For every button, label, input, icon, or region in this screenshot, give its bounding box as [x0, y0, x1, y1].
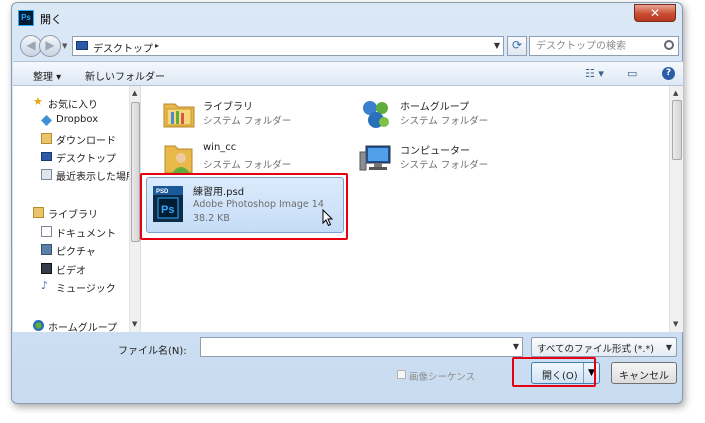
title-bar: Ps 開く ✕ — [12, 3, 682, 31]
library-folder-icon — [163, 103, 195, 128]
file-name: コンピューター — [400, 146, 470, 157]
scroll-up-icon[interactable]: ▲ — [673, 89, 678, 97]
file-type: システム フォルダー — [203, 116, 292, 127]
file-name: win_cc — [203, 142, 237, 153]
recent-pages-dropdown[interactable]: ▼ — [62, 42, 67, 50]
content-area: ★ お気に入り Dropbox ダウンロード デスクトップ 最近表示した場所 ラ… — [13, 86, 683, 332]
desktop-icon — [76, 41, 88, 50]
view-options-icon[interactable]: ☷ ▾ — [585, 67, 604, 80]
open-dialog: Ps 開く ✕ ◀ ▶ ▼ デスクトップ ▸ ▼ ⟳ 整理 ▾ 新しいフォルダー… — [11, 2, 683, 404]
file-type-value: すべてのファイル形式 (*.*) — [537, 344, 654, 355]
computer-icon — [359, 145, 391, 171]
music-icon: ♪ — [41, 279, 49, 292]
file-item-win-cc[interactable]: win_cc システム フォルダー — [151, 136, 351, 180]
split-divider — [583, 363, 584, 383]
file-name: ホームグループ — [400, 102, 470, 113]
refresh-icon: ⟳ — [511, 38, 523, 52]
image-sequence-checkbox[interactable]: 画像シーケンス — [397, 369, 476, 383]
chevron-down-icon: ▼ — [665, 343, 672, 352]
file-item-homegroup[interactable]: ホームグループ システム フォルダー — [348, 92, 548, 136]
documents-icon — [41, 226, 52, 237]
file-type: システム フォルダー — [203, 160, 292, 171]
new-folder-button[interactable]: 新しいフォルダー — [85, 68, 165, 83]
breadcrumb-arrow-icon[interactable]: ▸ — [155, 41, 159, 50]
download-folder-icon — [41, 133, 52, 144]
file-type: システム フォルダー — [400, 116, 489, 127]
file-type-select[interactable]: すべてのファイル形式 (*.*) ▼ — [531, 337, 677, 357]
pictures-icon — [41, 244, 52, 255]
forward-arrow-icon: ▶ — [45, 38, 55, 52]
file-type: システム フォルダー — [400, 160, 489, 171]
svg-text:Ps: Ps — [161, 204, 174, 216]
file-name: ライブラリ — [203, 102, 253, 113]
search-icon — [664, 40, 674, 50]
file-size: 38.2 KB — [193, 213, 230, 224]
scroll-down-icon[interactable]: ▼ — [132, 320, 137, 328]
file-item-computer[interactable]: コンピューター システム フォルダー — [348, 136, 548, 180]
image-sequence-label: 画像シーケンス — [409, 372, 476, 383]
help-icon[interactable]: ? — [662, 67, 675, 80]
star-icon: ★ — [33, 95, 43, 108]
filename-label: ファイル名(N): — [118, 346, 187, 357]
forward-button[interactable]: ▶ — [39, 35, 61, 57]
address-dropdown-icon[interactable]: ▼ — [494, 41, 500, 50]
file-item-practice-psd[interactable]: PSD Ps 練習用.psd Adobe Photoshop Image 14 … — [146, 177, 344, 233]
scroll-up-icon[interactable]: ▲ — [132, 89, 137, 97]
search-box[interactable] — [529, 36, 679, 56]
file-name: 練習用.psd — [193, 187, 245, 198]
preview-pane-icon[interactable]: ▭ — [627, 67, 637, 80]
organize-button[interactable]: 整理 ▾ — [33, 68, 61, 83]
file-type: Adobe Photoshop Image 14 — [193, 199, 324, 210]
navigation-pane: ★ お気に入り Dropbox ダウンロード デスクトップ 最近表示した場所 ラ… — [13, 86, 141, 332]
cancel-button-label: キャンセル — [619, 371, 669, 382]
open-button-label: 開く(O) — [542, 371, 578, 382]
dropbox-icon — [41, 115, 52, 126]
dialog-footer: ファイル名(N): ▼ すべてのファイル形式 (*.*) ▼ 画像シーケンス 開… — [13, 332, 683, 403]
library-icon — [33, 207, 44, 218]
back-arrow-icon: ◀ — [26, 38, 36, 52]
close-button[interactable]: ✕ — [634, 4, 676, 22]
user-folder-icon — [164, 145, 193, 174]
refresh-button[interactable]: ⟳ — [507, 36, 527, 56]
homegroup-icon — [33, 320, 44, 331]
cancel-button[interactable]: キャンセル — [611, 362, 677, 384]
scroll-down-icon[interactable]: ▼ — [673, 320, 678, 328]
desktop-icon — [41, 152, 52, 161]
filename-dropdown-icon[interactable]: ▼ — [513, 342, 519, 351]
checkbox-icon[interactable] — [397, 370, 406, 379]
file-item-libraries[interactable]: ライブラリ システム フォルダー — [151, 92, 351, 136]
search-input[interactable] — [530, 37, 655, 55]
file-list-scroll-thumb[interactable] — [672, 100, 682, 160]
navigation-bar: ◀ ▶ ▼ デスクトップ ▸ ▼ ⟳ — [12, 31, 682, 59]
address-breadcrumb[interactable]: デスクトップ — [93, 40, 153, 55]
psd-file-icon: PSD Ps — [153, 186, 183, 222]
window-title: 開く — [40, 13, 62, 26]
sidebar-scrollbar[interactable]: ▲ ▼ — [129, 86, 140, 332]
homegroup-icon — [363, 101, 389, 128]
photoshop-app-icon: Ps — [18, 10, 34, 26]
svg-text:PSD: PSD — [156, 189, 169, 195]
filename-field[interactable]: ▼ — [200, 337, 523, 357]
open-options-arrow-icon[interactable]: ▼ — [588, 368, 595, 378]
open-button[interactable]: 開く(O) ▼ — [531, 362, 600, 384]
sidebar-scroll-thumb[interactable] — [131, 102, 140, 242]
command-bar: 整理 ▾ 新しいフォルダー ☷ ▾ ▭ ? — [13, 61, 683, 86]
file-list-scrollbar[interactable]: ▲ ▼ — [669, 86, 683, 332]
recent-places-icon — [41, 169, 52, 180]
address-bar[interactable]: デスクトップ ▸ ▼ — [72, 36, 504, 56]
videos-icon — [41, 263, 52, 274]
mouse-pointer-icon — [322, 209, 334, 227]
filename-input[interactable] — [201, 338, 501, 356]
